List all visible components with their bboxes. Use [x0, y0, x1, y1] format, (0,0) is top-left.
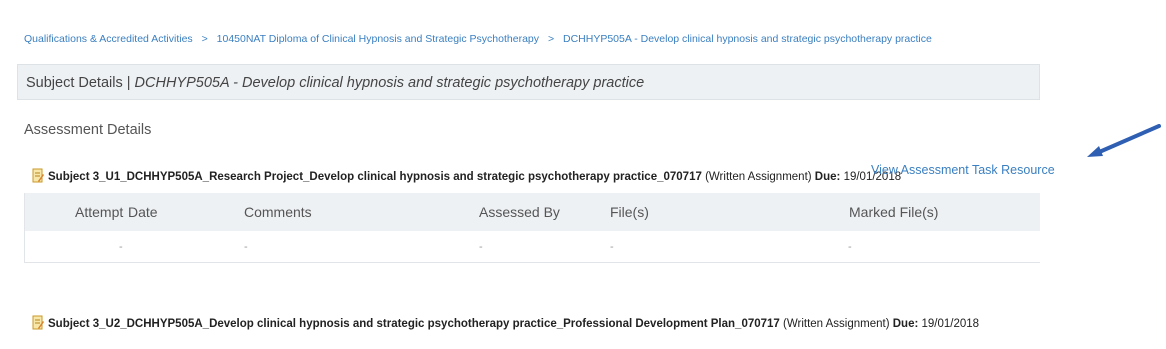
column-header-marked-files: Marked File(s)	[849, 204, 939, 220]
breadcrumb-diploma-link[interactable]: 10450NAT Diploma of Clinical Hypnosis an…	[217, 33, 539, 45]
view-assessment-task-resource-link[interactable]: View Assessment Task Resource	[871, 163, 1055, 177]
column-header-date: Date	[128, 204, 158, 220]
breadcrumb: Qualifications & Accredited Activities >…	[24, 33, 932, 45]
due-label: Due:	[814, 171, 841, 183]
due-date: 19/01/2018	[921, 318, 980, 330]
assessment-task-2: Subject 3_U2_DCHHYP505A_Develop clinical…	[32, 315, 979, 330]
subject-details-bar: Subject Details | DCHHYP505A - Develop c…	[17, 64, 1040, 100]
column-header-attempt: Attempt	[75, 204, 124, 220]
assignment-document-icon	[32, 168, 44, 183]
subject-code-title: DCHHYP505A - Develop clinical hypnosis a…	[134, 75, 645, 91]
table-cell-date: -	[244, 241, 248, 253]
table-cell-marked-files: -	[848, 241, 852, 253]
table-cell-attempt: -	[119, 241, 123, 253]
breadcrumb-qualifications-link[interactable]: Qualifications & Accredited Activities	[24, 33, 193, 45]
column-header-assessed-by: Assessed By	[479, 204, 560, 220]
assessment-task-type: (Written Assignment)	[783, 318, 890, 330]
assignment-document-icon	[32, 315, 44, 330]
breadcrumb-separator: >	[547, 33, 555, 45]
assessment-details-heading: Assessment Details	[24, 122, 152, 138]
subject-details-title: Subject Details | DCHHYP505A - Develop c…	[26, 75, 644, 91]
column-header-files: File(s)	[610, 204, 649, 220]
attempts-table-header: Attempt Date Comments Assessed By File(s…	[25, 193, 1040, 231]
breadcrumb-separator: >	[201, 33, 208, 45]
assessment-task-name[interactable]: Subject 3_U1_DCHHYP505A_Research Project…	[48, 171, 702, 183]
due-label: Due:	[892, 318, 919, 330]
assessment-task-1: Subject 3_U1_DCHHYP505A_Research Project…	[32, 168, 901, 183]
assessment-task-name[interactable]: Subject 3_U2_DCHHYP505A_Develop clinical…	[48, 318, 780, 330]
assessment-task-type: (Written Assignment)	[705, 171, 812, 183]
attempts-table: Attempt Date Comments Assessed By File(s…	[24, 193, 1040, 263]
subject-details-prefix: Subject Details |	[26, 75, 135, 91]
column-header-comments: Comments	[244, 204, 312, 220]
table-cell-files: -	[610, 241, 614, 253]
breadcrumb-subject-link[interactable]: DCHHYP505A - Develop clinical hypnosis a…	[563, 33, 932, 45]
pointer-arrow-icon	[1087, 124, 1161, 157]
table-cell-assessed-by: -	[479, 241, 483, 253]
